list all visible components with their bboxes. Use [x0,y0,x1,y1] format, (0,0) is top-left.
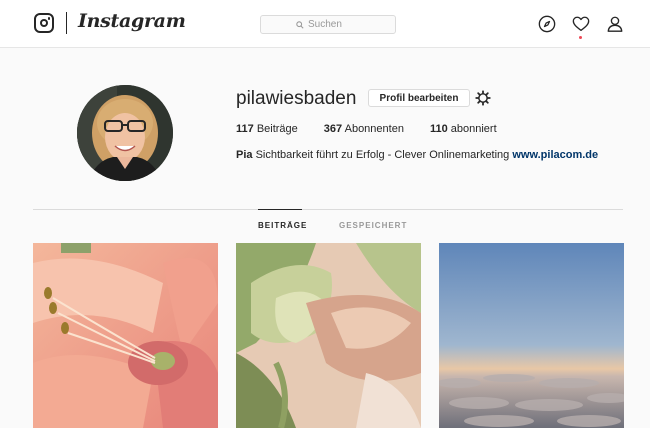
instagram-logo[interactable]: Instagram [78,10,186,32]
post-thumbnail[interactable] [439,243,624,428]
search-box[interactable] [260,15,396,34]
post-image [439,243,624,428]
posts-stat: 117 Beiträge [236,123,298,135]
top-navigation-bar: Instagram [0,0,650,48]
profile-stats: 117 Beiträge 367 Abonnenten 110 abonnier… [236,123,523,135]
bio-link[interactable]: www.pilacom.de [512,149,598,161]
tab-posts[interactable]: BEITRÄGE [258,221,307,230]
user-icon[interactable] [606,15,624,33]
search-input[interactable] [308,19,360,30]
following-label: abonniert [450,123,497,135]
bio-name: Pia [236,149,253,161]
posts-count: 117 [236,123,254,135]
heart-icon[interactable] [572,15,590,33]
compass-icon[interactable] [538,15,556,33]
post-thumbnail[interactable] [236,243,421,428]
profile-username: pilawiesbaden [236,88,357,109]
profile-avatar[interactable] [77,85,173,181]
gear-icon[interactable] [475,90,491,106]
logo-divider [66,12,67,34]
profile-bio: Pia Sichtbarkeit führt zu Erfolg - Cleve… [236,149,598,161]
active-tab-indicator [258,209,302,210]
followers-count: 367 [323,123,343,135]
profile-photo [77,85,173,181]
instagram-glyph-icon[interactable] [34,13,54,33]
followers-label: Abonnenten [344,123,404,135]
post-image [33,243,218,428]
following-count: 110 [429,123,448,135]
edit-profile-button[interactable]: Profil bearbeiten [368,89,470,107]
post-image [236,243,421,428]
notification-dot [579,36,582,39]
posts-label: Beiträge [256,123,298,135]
search-icon [296,20,304,29]
bio-text: Sichtbarkeit führt zu Erfolg - Clever On… [255,149,510,161]
following-stat[interactable]: 110 abonniert [430,123,497,135]
tab-saved[interactable]: GESPEICHERT [339,221,407,230]
post-thumbnail[interactable] [33,243,218,428]
followers-stat[interactable]: 367 Abonnenten [324,123,404,135]
tabs-divider [33,209,623,210]
